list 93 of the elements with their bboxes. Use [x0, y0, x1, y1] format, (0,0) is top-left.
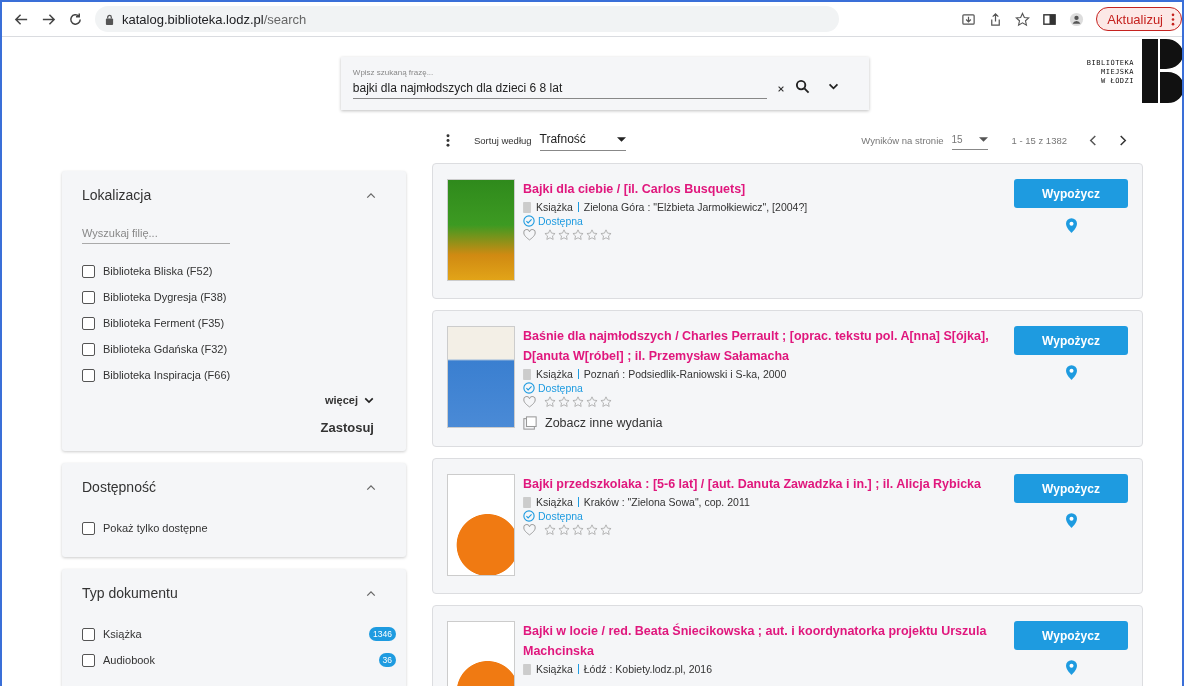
- checkbox[interactable]: [82, 264, 95, 278]
- side-panel-icon[interactable]: [1042, 11, 1058, 27]
- book-title-link[interactable]: Baśnie dla najmłodszych / Charles Perrault ; [oprac. tekstu pol. A[nna] S[ójka], D[anuta W[róbel] ; il. Przemysław Sałamacha: [523, 326, 1006, 366]
- location-pin-icon[interactable]: [1065, 513, 1077, 528]
- checkbox[interactable]: [82, 521, 95, 535]
- chevron-down-icon: [364, 396, 374, 404]
- publication-info: Zielona Góra : "Elżbieta Jarmołkiewicz", [2004?]: [583, 201, 808, 213]
- book-title-link[interactable]: Bajki w locie / red. Beata Śniecikowska ; aut. i koordynatorka projektu Urszula Machcinska: [523, 621, 1006, 661]
- filter-option-label[interactable]: Książka: [103, 628, 362, 640]
- search-label: Wpisz szukaną frazę...: [352, 68, 435, 77]
- check-circle-icon: [523, 215, 535, 227]
- filter-option-label[interactable]: Biblioteka Dygresja (F38): [103, 291, 386, 303]
- book-icon: [523, 201, 531, 213]
- book-cover-placeholder[interactable]: [447, 326, 515, 428]
- other-editions-link[interactable]: Zobacz inne wydania: [545, 416, 663, 430]
- more-options-icon[interactable]: [446, 133, 450, 147]
- filter-title: Lokalizacja: [82, 187, 152, 203]
- book-title-link[interactable]: Bajki dla ciebie / [il. Carlos Busquets]: [523, 179, 1006, 199]
- book-icon: [523, 368, 531, 380]
- address-bar[interactable]: katalog.biblioteka.lodz.pl/search: [95, 6, 840, 32]
- publication-info: Kraków : "Zielona Sowa", cop. 2011: [583, 496, 750, 508]
- separator-bar: [577, 202, 579, 212]
- per-page-dropdown[interactable]: 15: [951, 130, 988, 150]
- search-icon[interactable]: [794, 79, 810, 94]
- search-field[interactable]: bajki dla najmłodszych dla dzieci 6 8 lat: [352, 81, 767, 99]
- count-badge: 36: [378, 653, 396, 667]
- update-button[interactable]: Aktualizuj: [1096, 7, 1182, 31]
- more-link[interactable]: więcej: [82, 394, 374, 406]
- star-rating[interactable]: [544, 396, 612, 408]
- count-badge: 1346: [369, 627, 396, 641]
- book-icon: [523, 496, 531, 508]
- lock-icon: [105, 13, 114, 25]
- apply-button[interactable]: Zastosuj: [320, 418, 386, 435]
- separator-bar: [577, 369, 579, 379]
- checkbox[interactable]: [82, 368, 95, 382]
- filter-option-label[interactable]: Audiobook: [103, 654, 371, 666]
- checkbox[interactable]: [82, 653, 95, 667]
- checkbox[interactable]: [82, 627, 95, 641]
- dropdown-arrow-icon: [978, 136, 988, 142]
- filter-option-label[interactable]: Biblioteka Bliska (F52): [103, 265, 386, 277]
- checkbox[interactable]: [82, 290, 95, 304]
- book-icon: [523, 663, 531, 675]
- logo-icon[interactable]: [1142, 39, 1182, 103]
- separator-bar: [577, 497, 579, 507]
- chevron-down-icon[interactable]: [827, 83, 839, 90]
- chevron-icon[interactable]: [366, 483, 376, 491]
- star-rating[interactable]: [544, 524, 612, 536]
- book-cover-placeholder[interactable]: [447, 179, 515, 281]
- checkbox[interactable]: [82, 316, 95, 330]
- install-icon[interactable]: [961, 11, 977, 27]
- location-pin-icon[interactable]: [1065, 660, 1077, 675]
- checkbox[interactable]: [82, 342, 95, 356]
- reload-icon[interactable]: [68, 11, 83, 27]
- filter-option-label[interactable]: Biblioteka Gdańska (F32): [103, 343, 386, 355]
- menu-icon[interactable]: [1171, 12, 1175, 26]
- chevron-icon[interactable]: [366, 589, 376, 597]
- per-page-label: Wyników na stronie: [861, 134, 944, 146]
- profile-icon[interactable]: [1069, 11, 1085, 27]
- availability-status: Dostępna: [538, 215, 583, 227]
- clear-icon[interactable]: [776, 84, 785, 93]
- url-text: katalog.biblioteka.lodz.pl/search: [122, 11, 307, 27]
- star-rating[interactable]: [544, 229, 612, 241]
- document-type: Książka: [536, 496, 573, 508]
- check-circle-icon: [523, 382, 535, 394]
- document-type: Książka: [536, 663, 573, 675]
- location-pin-icon[interactable]: [1065, 365, 1077, 380]
- book-cover-placeholder[interactable]: [447, 474, 515, 576]
- availability-status: Dostępna: [538, 510, 583, 522]
- filter-title: Dostępność: [82, 479, 156, 495]
- document-type: Książka: [536, 201, 573, 213]
- branch-search-field[interactable]: Wyszukaj filię...: [82, 223, 230, 244]
- sort-dropdown[interactable]: Trafność: [539, 129, 626, 151]
- next-page-icon[interactable]: [1119, 134, 1127, 146]
- publication-info: Poznań : Podsiedlik-Raniowski i S-ka, 2000: [583, 368, 787, 380]
- filter-option-label[interactable]: Biblioteka Ferment (F35): [103, 317, 386, 329]
- previous-page-icon[interactable]: [1089, 134, 1097, 146]
- filter-option-label[interactable]: Biblioteka Inspiracja (F66): [103, 369, 386, 381]
- filter-title: Typ dokumentu: [82, 585, 178, 601]
- book-title-link[interactable]: Bajki przedszkolaka : [5-6 lat] / [aut. Danuta Zawadzka i in.] ; il. Alicja Rybicka: [523, 474, 1006, 494]
- document-type: Książka: [536, 368, 573, 380]
- editions-icon: [523, 416, 537, 430]
- filter-option-label[interactable]: Pokaż tylko dostępne: [103, 522, 386, 534]
- availability-status: Dostępna: [538, 382, 583, 394]
- location-pin-icon[interactable]: [1065, 218, 1077, 233]
- publication-info: Łódź : Kobiety.lodz.pl, 2016: [583, 663, 712, 675]
- check-circle-icon: [523, 510, 535, 522]
- results-range: 1 - 15 z 1382: [1011, 134, 1067, 146]
- star-icon[interactable]: [1015, 11, 1031, 27]
- sort-label: Sortuj według: [474, 134, 532, 146]
- dropdown-arrow-icon: [616, 136, 626, 142]
- chevron-icon[interactable]: [366, 191, 376, 199]
- search-box[interactable]: Wpisz szukaną frazę... bajki dla najmłodszych dla dzieci 6 8 lat: [340, 57, 869, 110]
- separator-bar: [577, 664, 579, 674]
